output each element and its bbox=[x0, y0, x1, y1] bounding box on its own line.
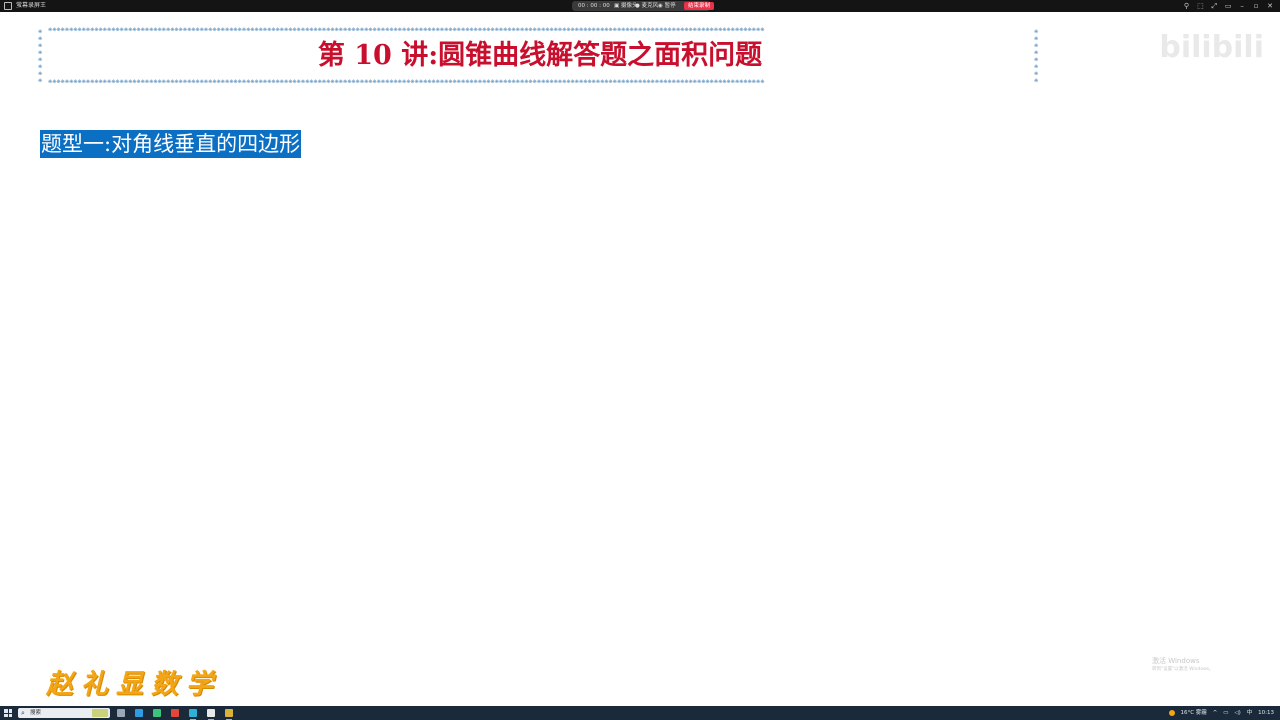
window-controls: ⚲ ⬚ ⤢ ▭ – ▫ ✕ bbox=[1180, 0, 1276, 12]
window-titlebar: 萤幕录屏王 00 : 00 : 00 ▣ 摄像头 ● 麦克风 ◉ 暂停 结束录制… bbox=[0, 0, 1280, 12]
network-icon[interactable]: ▭ bbox=[1223, 706, 1228, 720]
pause-label: 暂停 bbox=[664, 3, 676, 9]
wps-icon[interactable] bbox=[170, 706, 180, 720]
minimize-icon[interactable]: – bbox=[1236, 0, 1248, 12]
search-icon: ⌕ bbox=[21, 709, 25, 717]
app-title: 萤幕录屏王 bbox=[16, 2, 47, 9]
recorder-icon[interactable] bbox=[224, 706, 234, 720]
camera-toggle-button[interactable]: ▣ 摄像头 bbox=[614, 1, 637, 11]
activation-line-2: 转到"设置"以激活 Windows。 bbox=[1152, 667, 1214, 672]
search-placeholder: 搜索 bbox=[30, 710, 42, 716]
mic-label: 麦克风 bbox=[641, 3, 659, 9]
lecture-title: 第 10 讲:圆锥曲线解答题之面积问题 bbox=[317, 40, 763, 71]
file-explorer-icon[interactable] bbox=[152, 706, 162, 720]
bilibili-watermark: bilibili bbox=[1159, 30, 1264, 65]
weather-icon[interactable] bbox=[1168, 709, 1175, 716]
system-tray: 16°C 雾霾 ^ ▭ ◁) 中 10:13 bbox=[1165, 706, 1274, 720]
input-method-indicator[interactable]: 中 bbox=[1247, 706, 1253, 720]
star-border-top: ❋❋❋❋❋❋❋❋❋❋❋❋❋❋❋❋❋❋❋❋❋❋❋❋❋❋❋❋❋❋❋❋❋❋❋❋❋❋❋❋… bbox=[48, 26, 765, 33]
recording-timer: 00 : 00 : 00 bbox=[578, 3, 610, 9]
lecture-title-frame: ❋❋❋❋❋❋❋❋❋❋❋❋❋❋❋❋❋❋❋❋❋❋❋❋❋❋❋❋❋❋❋❋❋❋❋❋❋❋❋❋… bbox=[38, 26, 1042, 86]
task-view-icon[interactable] bbox=[116, 706, 126, 720]
taskbar-search-input[interactable]: ⌕ 搜索 bbox=[18, 708, 110, 718]
office-icon[interactable] bbox=[206, 706, 216, 720]
pip-icon[interactable]: ▭ bbox=[1222, 0, 1234, 12]
restore-icon[interactable]: ▫ bbox=[1250, 0, 1262, 12]
windows-activation-watermark: 激活 Windows 转到"设置"以激活 Windows。 bbox=[1152, 657, 1214, 673]
expand-icon[interactable]: ⤢ bbox=[1208, 0, 1220, 12]
taskbar: ⌕ 搜索 16°C 雾霾 ^ ▭ ◁) 中 10:13 bbox=[0, 706, 1280, 720]
store-icon[interactable] bbox=[188, 706, 198, 720]
end-recording-button[interactable]: 结束录制 bbox=[684, 2, 715, 10]
app-icon bbox=[4, 2, 12, 10]
search-icon[interactable]: ⚲ bbox=[1180, 0, 1192, 12]
pause-button[interactable]: ◉ 暂停 bbox=[658, 1, 676, 11]
search-highlight-icon bbox=[92, 709, 108, 717]
tray-chevron-icon[interactable]: ^ bbox=[1213, 706, 1218, 720]
star-border-bottom: ❋❋❋❋❋❋❋❋❋❋❋❋❋❋❋❋❋❋❋❋❋❋❋❋❋❋❋❋❋❋❋❋❋❋❋❋❋❋❋❋… bbox=[48, 78, 765, 85]
volume-icon[interactable]: ◁) bbox=[1234, 706, 1240, 720]
fullscreen-icon[interactable]: ⬚ bbox=[1194, 0, 1206, 12]
clock[interactable]: 10:13 bbox=[1258, 706, 1274, 720]
activation-line-1: 激活 Windows bbox=[1152, 657, 1200, 665]
section-title[interactable]: 题型一:对角线垂直的四边形 bbox=[40, 130, 302, 158]
windows-start-icon[interactable] bbox=[4, 709, 12, 717]
mic-toggle-button[interactable]: ● 麦克风 bbox=[635, 1, 658, 11]
close-icon[interactable]: ✕ bbox=[1264, 0, 1276, 12]
brand-logo: 赵礼显数学 bbox=[46, 669, 221, 700]
taskbar-apps bbox=[116, 706, 240, 720]
edge-icon[interactable] bbox=[134, 706, 144, 720]
weather-text[interactable]: 16°C 雾霾 bbox=[1180, 706, 1206, 720]
recording-toolbar: 00 : 00 : 00 ▣ 摄像头 ● 麦克风 ◉ 暂停 结束录制 bbox=[572, 1, 715, 11]
